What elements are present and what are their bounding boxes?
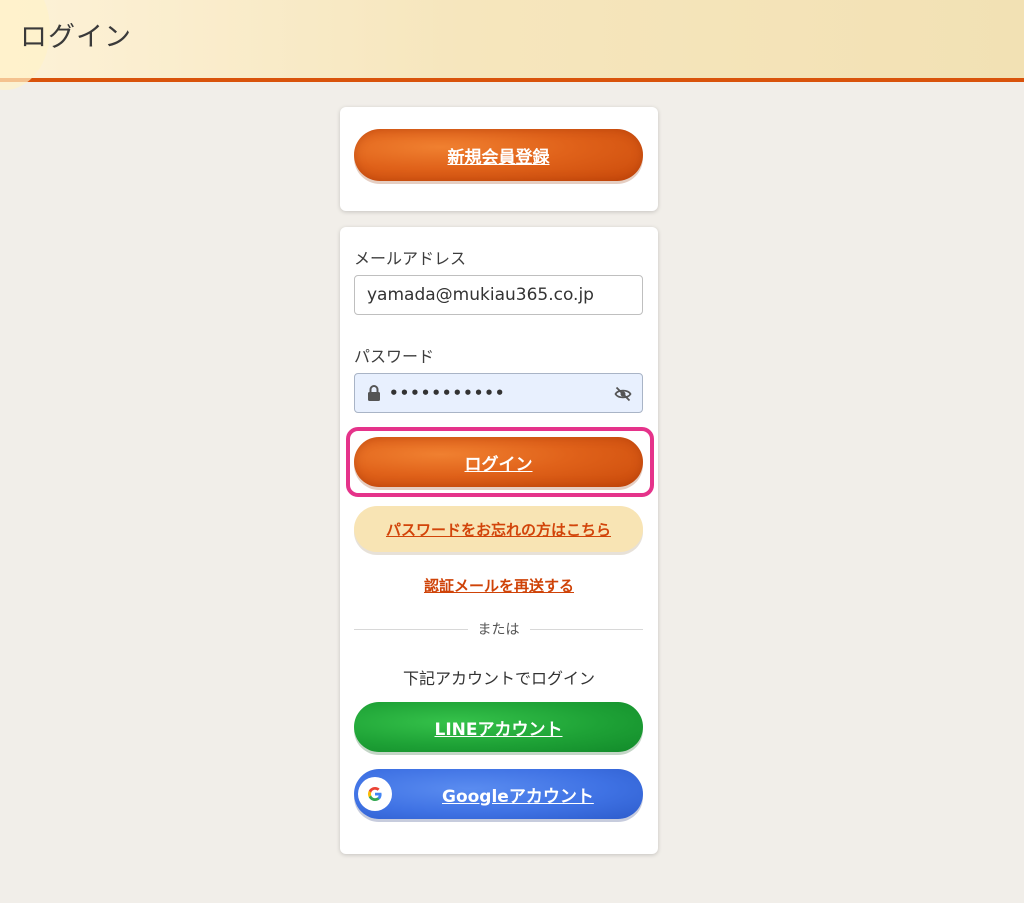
login-button[interactable]: ログイン	[354, 437, 643, 487]
login-card: メールアドレス yamada@mukiau365.co.jp パスワード •••…	[340, 227, 658, 854]
or-divider: または	[354, 620, 643, 638]
google-login-label: Googleアカウント	[442, 786, 594, 807]
resend-verification-link[interactable]: 認証メールを再送する	[340, 575, 658, 596]
social-login-heading: 下記アカウントでログイン	[402, 669, 595, 688]
register-button[interactable]: 新規会員登録	[354, 129, 643, 181]
divider-line-left	[354, 628, 468, 630]
email-value: yamada@mukiau365.co.jp	[367, 285, 594, 305]
divider-line-right	[529, 628, 643, 630]
page-title: ログイン	[20, 22, 132, 53]
google-login-button[interactable]: Googleアカウント	[354, 769, 643, 819]
register-card: 新規会員登録	[340, 107, 658, 211]
password-field[interactable]: •••••••••••	[354, 373, 643, 413]
eye-off-icon[interactable]	[614, 385, 632, 403]
divider-text: または	[477, 622, 520, 638]
lock-icon	[367, 385, 381, 401]
forgot-password-button[interactable]: パスワードをお忘れの方はこちら	[354, 506, 643, 552]
password-value: •••••••••••	[389, 384, 506, 402]
page-header: ログイン	[0, 0, 1024, 90]
google-icon	[358, 777, 392, 811]
password-label: パスワード	[354, 347, 435, 366]
line-login-button[interactable]: LINEアカウント	[354, 702, 643, 752]
email-label: メールアドレス	[354, 249, 467, 268]
email-field[interactable]: yamada@mukiau365.co.jp	[354, 275, 643, 315]
